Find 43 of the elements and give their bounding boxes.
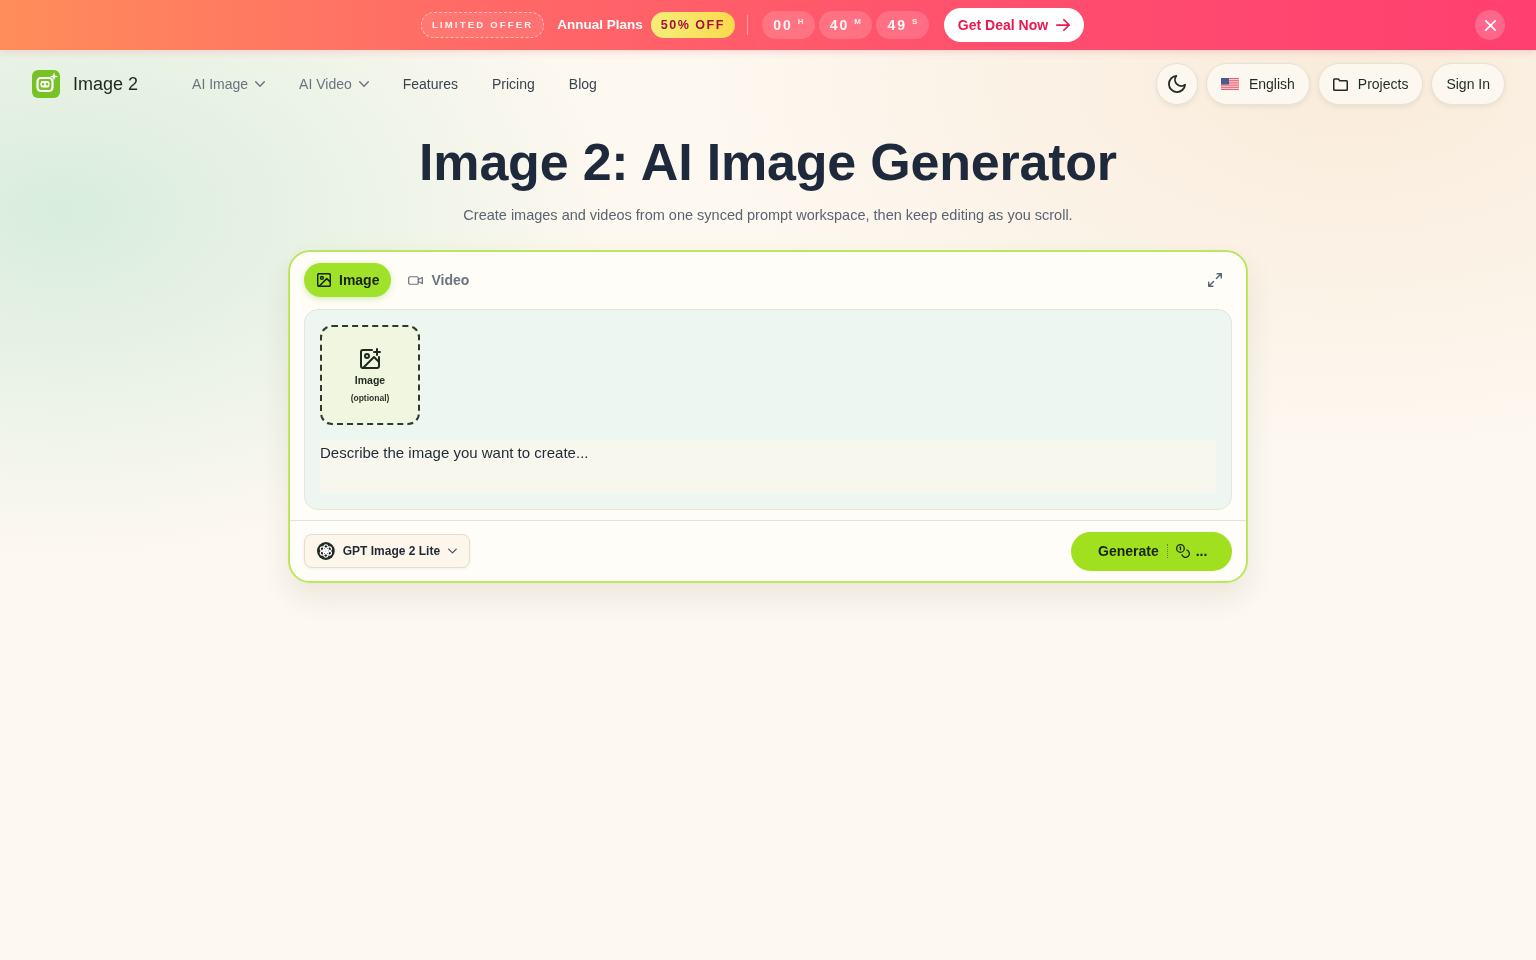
promo-plan-text: Annual Plans: [557, 15, 643, 34]
nav-link[interactable]: AI Image: [192, 73, 266, 95]
get-deal-button[interactable]: Get Deal Now: [943, 8, 1085, 42]
limited-offer-label: LIMITED OFFER: [420, 12, 545, 38]
countdown-value: 40: [829, 15, 850, 35]
page-subtitle: Create images and videos from one synced prompt workspace, then keep editing as you scroll.: [462, 206, 1074, 226]
generate-button[interactable]: Generate ...: [1071, 531, 1232, 571]
sign-in-button[interactable]: Sign In: [1431, 63, 1505, 105]
projects-button[interactable]: Projects: [1317, 63, 1424, 105]
folder-icon: [1332, 77, 1348, 91]
arrow-right-icon: [1056, 18, 1071, 32]
nav-link[interactable]: Blog: [568, 73, 597, 95]
countdown-unit: M: [854, 16, 861, 28]
credit-cost: ...: [1195, 541, 1208, 561]
video-camera-icon: [408, 274, 424, 286]
image-upload-button[interactable]: Image (optional): [320, 325, 420, 426]
moon-icon: [1167, 75, 1186, 93]
model-select[interactable]: GPT Image 2 Lite: [304, 534, 470, 569]
countdown-unit: H: [797, 16, 804, 28]
discount-label: 50% OFF: [650, 12, 735, 38]
expand-icon: [1208, 273, 1222, 288]
countdown-unit: S: [911, 16, 918, 28]
nav-link[interactable]: AI Video: [299, 73, 369, 95]
flag-icon: [1220, 78, 1239, 90]
nav-link[interactable]: Features: [402, 73, 458, 95]
countdown-value: 49: [887, 15, 907, 35]
countdown-value: 00: [773, 15, 793, 35]
logo-icon: [32, 70, 60, 98]
caret-icon: [448, 548, 457, 555]
prompt-field[interactable]: Describe the image you want to create...: [320, 440, 1216, 495]
mode-tab[interactable]: Image: [304, 263, 392, 298]
nav-link[interactable]: Pricing: [492, 73, 535, 95]
theme-toggle-button[interactable]: [1155, 63, 1198, 105]
image-icon: [317, 273, 331, 288]
mode-tab[interactable]: Video: [395, 263, 482, 298]
close-icon: [1484, 19, 1496, 31]
close-button[interactable]: [1475, 10, 1505, 40]
brand-link[interactable]: Image 2: [32, 70, 139, 98]
image-add-icon: [359, 348, 381, 369]
coins-icon: [1175, 544, 1190, 559]
page-title: Image 2: AI Image Generator: [418, 132, 1118, 193]
swirl-logo-icon: [317, 541, 335, 562]
language-button[interactable]: English: [1205, 63, 1310, 105]
